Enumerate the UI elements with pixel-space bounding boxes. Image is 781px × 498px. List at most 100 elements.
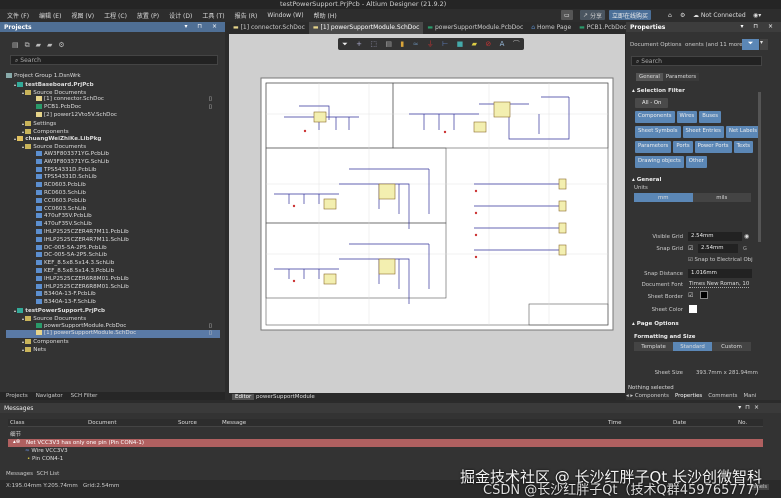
menu-item[interactable]: 工具 (T) [202, 11, 224, 20]
chat-icon[interactable]: ▭ [561, 10, 573, 20]
document-font-link[interactable]: Times New Roman, 10 [689, 281, 750, 288]
tree-item[interactable]: IHLP2525CZER6R8M01.PcbLib [6, 275, 220, 284]
tree-item[interactable]: AW3F803371YG.PcbLib [6, 150, 220, 159]
tree-item[interactable]: ▴ Source Documents [6, 315, 220, 323]
tab-general[interactable]: General [636, 73, 663, 81]
tree-item[interactable]: AW3F803371YG.SchLib [6, 158, 220, 167]
panel-controls[interactable]: ▾ ⊓ × [740, 23, 777, 30]
filter-button-ports[interactable]: Ports [673, 140, 693, 153]
move-icon[interactable]: + [356, 40, 362, 48]
panel-tab[interactable]: SCH Filter [71, 393, 98, 399]
tree-item[interactable]: powerSupportModule.PcbDoc ▯ [6, 322, 220, 331]
menu-item[interactable]: 放置 (P) [137, 11, 159, 20]
properties-search-input[interactable]: ⌕ Search [631, 56, 762, 66]
text-icon[interactable]: A [500, 40, 505, 48]
projects-toolbar[interactable]: ▤⧉▰▰⚙ [12, 41, 71, 50]
tree-item[interactable]: TPS54331D.PcbLib [6, 166, 220, 175]
panel-controls[interactable]: ▾⊓× [738, 404, 763, 411]
tree-item[interactable]: ▴ Nets [6, 346, 220, 354]
buy-online-button[interactable]: 立即在线购买 [609, 10, 652, 20]
menu-item[interactable]: 报告 (R) [235, 11, 258, 20]
tree-item[interactable]: IHLP2525CZER4R7M11.PcbLib [6, 228, 220, 237]
sheet-color-swatch[interactable] [689, 305, 697, 313]
filter-button-texts[interactable]: Texts [733, 140, 754, 153]
menu-item[interactable]: 设计 (D) [169, 11, 192, 20]
document-tab[interactable]: ▬ powerSupportModule.PcbDoc [423, 22, 527, 34]
panel-tab[interactable]: Projects [6, 393, 28, 399]
tree-item[interactable]: B340A-13-F.PcbLib [6, 291, 220, 299]
align-icon[interactable]: ▤ [385, 40, 392, 48]
tree-item[interactable]: RC0603.PcbLib [6, 182, 220, 190]
units-mm-button[interactable]: mm [634, 193, 693, 202]
tree-item[interactable]: CC0603.SchLib [6, 205, 220, 214]
filter-button-sheet-entries[interactable]: Sheet Entries [682, 125, 724, 138]
sheet-border-checkbox[interactable]: ☑ [688, 292, 693, 299]
snap-electrical-checkbox[interactable]: ☑ Snap to Electrical Obj [688, 257, 753, 263]
schematic-canvas[interactable] [229, 34, 625, 393]
port-icon[interactable]: ▰ [472, 40, 477, 48]
editor-tab[interactable]: Editor [232, 394, 255, 400]
tree-item[interactable]: [1] powerSupportModule.SchDoc ▯ [6, 330, 220, 339]
menu-item[interactable]: 视图 (V) [71, 11, 94, 20]
eye-icon[interactable]: ◉ [744, 233, 749, 240]
wire-icon[interactable]: ≈ [413, 40, 419, 48]
tree-item[interactable]: IHLP2525CZER6R8M01.SchLib [6, 283, 220, 292]
column-header[interactable]: Class [10, 420, 24, 426]
template-mode-button[interactable]: Template [634, 342, 673, 351]
part-icon[interactable]: ▮ [400, 40, 404, 48]
tree-item[interactable]: ▴ testPowerSupport.PrjPcb [6, 307, 220, 315]
filter-button[interactable]: ⏷ [742, 39, 759, 50]
column-header[interactable]: Message [222, 420, 246, 426]
filter-button-wires[interactable]: Wires [676, 110, 698, 123]
panel-tab[interactable]: Comments [708, 393, 737, 399]
tree-item[interactable]: ▴ Components [6, 128, 220, 136]
arc-icon[interactable]: ⌒ [513, 39, 520, 49]
tree-item[interactable]: ▴ Components [6, 338, 220, 346]
document-tab[interactable]: ▬ [1] connector.SchDoc [229, 22, 309, 34]
tree-item[interactable]: KEF_8.5x8.5x14.3.SchLib [6, 260, 220, 268]
error-message-row[interactable]: ▴⊗ Net VCC3V3 has only one pin (Pin CON4-… [8, 439, 763, 447]
document-tab[interactable]: ⌂ Home Page [527, 22, 575, 34]
share-button[interactable]: ↗ 分享 [580, 10, 605, 20]
tree-item[interactable]: TPS54331D.SchLib [6, 174, 220, 182]
bus-icon[interactable]: ⊢ [442, 40, 448, 48]
panel-tab[interactable]: Navigator [36, 393, 63, 399]
tree-item[interactable]: 470uF35V.PcbLib [6, 213, 220, 221]
menu-item[interactable]: 文件 (F) [7, 11, 29, 20]
menu-item[interactable]: 帮助 (H) [314, 11, 337, 20]
sheet-border-color[interactable] [700, 291, 708, 299]
projects-search-input[interactable]: ⌕ Search [10, 55, 218, 65]
filter-button-components[interactable]: Components [635, 110, 675, 123]
tab-parameters[interactable]: Parameters [662, 73, 700, 81]
tree-item[interactable]: DC-005-5A-2P5.SchLib [6, 252, 220, 260]
menu-item[interactable]: Window (W) [267, 12, 303, 19]
menu-item[interactable]: 工程 (C) [104, 11, 127, 20]
filter-button-net-labels[interactable]: Net Labels [725, 125, 760, 138]
tree-item[interactable]: ▴ Source Documents [6, 143, 220, 151]
column-header[interactable]: Source [178, 420, 197, 426]
panel-nav-arrows[interactable]: ◂ ▸ [626, 393, 635, 399]
panel-tab[interactable]: Mani [743, 393, 756, 399]
tree-item[interactable]: RC0603.SchLib [6, 189, 220, 198]
document-tab[interactable]: ▬ PCB1.PcbDoc [575, 22, 631, 34]
no-erc-icon[interactable]: ⊘ [485, 40, 491, 48]
tab-messages[interactable]: Messages [6, 471, 33, 477]
custom-mode-button[interactable]: Custom [712, 342, 751, 351]
visible-grid-input[interactable]: 2.54mm [688, 232, 742, 241]
tree-item[interactable]: PCB1.PcbDoc ▯ [6, 104, 220, 112]
filter-button-buses[interactable]: Buses [699, 110, 721, 123]
snap-distance-input[interactable]: 1.016mm [688, 269, 752, 278]
select-icon[interactable]: ⬚ [370, 40, 377, 48]
active-bar-toolbar[interactable]: ⏷ + ⬚ ▤ ▮ ≈ ⏚ ⊢ ■ ▰ ⊘ A ⌒ [338, 38, 524, 50]
snap-grid-checkbox[interactable]: ☑ [688, 245, 693, 252]
connection-status[interactable]: ☁ Not Connected [690, 10, 749, 20]
tree-item[interactable]: ▴ Source Documents [6, 89, 220, 97]
sheet-symbol-icon[interactable]: ■ [457, 40, 464, 48]
filter-icon[interactable]: ⏷ [342, 40, 348, 49]
filter-button-other[interactable]: Other [685, 155, 707, 168]
user-icon[interactable]: ◉▾ [750, 10, 764, 20]
document-tab[interactable]: ▬ [1] powerSupportModule.SchDoc [308, 22, 424, 34]
menu-item[interactable]: 编辑 (E) [39, 11, 61, 20]
column-header[interactable]: Document [88, 420, 117, 426]
tree-item[interactable]: IHLP2525CZER4R7M11.SchLib [6, 236, 220, 245]
